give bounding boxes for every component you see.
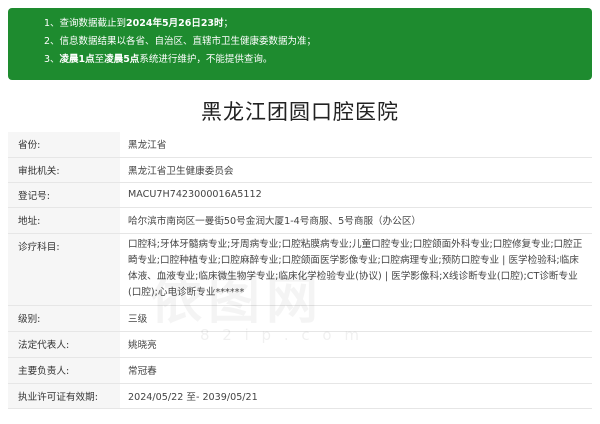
field-label: 诊疗科目: bbox=[8, 233, 120, 306]
table-row: 省份: 黑龙江省 bbox=[8, 132, 592, 158]
field-value: 哈尔滨市南岗区一曼街50号金润大厦1-4号商服、5号商服（办公区） bbox=[120, 207, 592, 234]
notice-text: 1、查询数据截止到 bbox=[44, 18, 127, 29]
hospital-info-table: 省份: 黑龙江省 审批机关: 黑龙江省卫生健康委员会 登记号: MACU7H74… bbox=[8, 132, 592, 409]
table-row: 级别: 三级 bbox=[8, 305, 592, 332]
field-value: MACU7H7423000016A5112 bbox=[120, 182, 592, 208]
field-label: 地址: bbox=[8, 207, 120, 234]
field-value: 口腔科;牙体牙髓病专业;牙周病专业;口腔粘膜病专业;儿童口腔专业;口腔颌面外科专… bbox=[120, 233, 592, 306]
field-label: 省份: bbox=[8, 132, 120, 158]
field-label: 级别: bbox=[8, 305, 120, 332]
field-value: 常冠春 bbox=[120, 357, 592, 384]
field-label: 主要负责人: bbox=[8, 357, 120, 384]
notice-line-1: 1、查询数据截止到2024年5月26日23时； bbox=[44, 15, 592, 33]
table-row: 登记号: MACU7H7423000016A5112 bbox=[8, 182, 592, 208]
field-label: 审批机关: bbox=[8, 157, 120, 183]
notice-text: 3、 bbox=[44, 54, 60, 65]
field-value: 三级 bbox=[120, 305, 592, 332]
notice-line-3: 3、凌晨1点至凌晨5点系统进行维护，不能提供查询。 bbox=[44, 51, 592, 69]
table-row: 执业许可证有效期: 2024/05/22 至- 2039/05/21 bbox=[8, 383, 592, 409]
notice-banner: 1、查询数据截止到2024年5月26日23时； 2、信息数据结果以各省、自治区、… bbox=[8, 8, 592, 80]
field-label: 法定代表人: bbox=[8, 331, 120, 358]
field-label: 执业许可证有效期: bbox=[8, 383, 120, 409]
field-label: 登记号: bbox=[8, 182, 120, 208]
notice-text: 至 bbox=[94, 54, 105, 65]
table-row: 审批机关: 黑龙江省卫生健康委员会 bbox=[8, 157, 592, 183]
notice-time-end: 凌晨5点 bbox=[104, 54, 140, 65]
notice-text: 系统进行维护，不能提供查询。 bbox=[139, 54, 273, 65]
table-row: 主要负责人: 常冠春 bbox=[8, 357, 592, 384]
notice-date: 2024年5月26日23时 bbox=[126, 18, 224, 29]
field-value: 黑龙江省 bbox=[120, 132, 592, 158]
field-value: 黑龙江省卫生健康委员会 bbox=[120, 157, 592, 183]
table-row: 地址: 哈尔滨市南岗区一曼街50号金润大厦1-4号商服、5号商服（办公区） bbox=[8, 207, 592, 234]
notice-time-start: 凌晨1点 bbox=[59, 54, 95, 65]
table-row: 法定代表人: 姚晓亮 bbox=[8, 331, 592, 358]
notice-line-2: 2、信息数据结果以各省、自治区、直辖市卫生健康委数据为准； bbox=[44, 36, 317, 47]
notice-text: ； bbox=[223, 18, 234, 29]
page-title: 黑龙江团圆口腔医院 bbox=[201, 100, 399, 124]
table-row: 诊疗科目: 口腔科;牙体牙髓病专业;牙周病专业;口腔粘膜病专业;儿童口腔专业;口… bbox=[8, 233, 592, 306]
field-value: 2024/05/22 至- 2039/05/21 bbox=[120, 383, 592, 409]
field-value: 姚晓亮 bbox=[120, 331, 592, 358]
